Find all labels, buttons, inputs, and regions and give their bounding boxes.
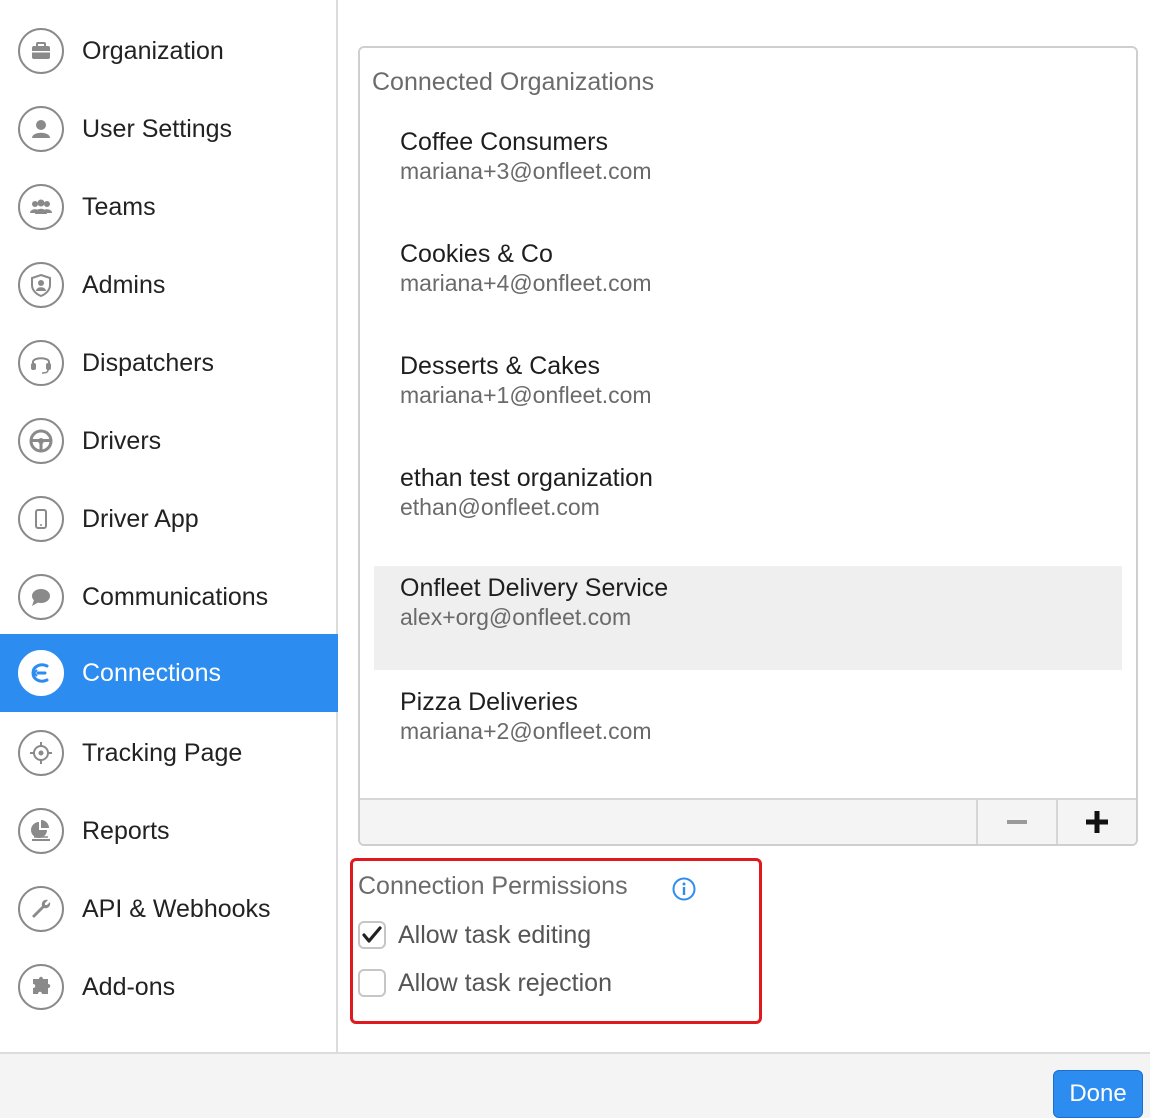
- org-email: mariana+4@onfleet.com: [400, 270, 652, 296]
- sidebar-item-label: Tracking Page: [82, 739, 243, 767]
- sidebar-item-label: Communications: [82, 583, 269, 611]
- steering-wheel-icon: [18, 418, 64, 464]
- briefcase-icon: [18, 28, 64, 74]
- org-email: ethan@onfleet.com: [400, 494, 600, 520]
- info-icon[interactable]: [672, 877, 696, 901]
- org-email: mariana+3@onfleet.com: [400, 158, 652, 184]
- allow-task-rejection-label: Allow task rejection: [398, 968, 612, 997]
- headset-icon: [18, 340, 64, 386]
- sidebar-item-tracking-page[interactable]: Tracking Page: [0, 714, 338, 792]
- puzzle-icon: [18, 964, 64, 1010]
- sidebar-item-label: Reports: [82, 817, 170, 845]
- permissions-title: Connection Permissions: [358, 872, 628, 900]
- settings-sidebar: Organization User Settings Teams Admins …: [0, 0, 338, 1052]
- minus-icon: [1007, 820, 1027, 824]
- report-chart-icon: [18, 808, 64, 854]
- org-name: Cookies & Co: [400, 240, 553, 268]
- sidebar-item-label: Connections: [82, 659, 221, 687]
- allow-task-editing-label: Allow task editing: [398, 920, 592, 949]
- add-connection-button[interactable]: [1056, 800, 1136, 844]
- org-email: mariana+1@onfleet.com: [400, 382, 652, 408]
- shield-user-icon: [18, 262, 64, 308]
- connected-orgs-title: Connected Organizations: [372, 68, 655, 96]
- sidebar-item-label: API & Webhooks: [82, 895, 271, 923]
- sidebar-item-label: Driver App: [82, 505, 199, 533]
- done-button[interactable]: Done: [1053, 1070, 1143, 1118]
- allow-task-rejection-checkbox[interactable]: [358, 969, 386, 997]
- sidebar-item-label: Add-ons: [82, 973, 176, 1001]
- sidebar-item-label: User Settings: [82, 115, 233, 143]
- sidebar-item-reports[interactable]: Reports: [0, 792, 338, 870]
- sidebar-item-add-ons[interactable]: Add-ons: [0, 948, 338, 1026]
- dialog-footer: Done: [0, 1052, 1150, 1118]
- sidebar-item-connections[interactable]: Connections: [0, 634, 338, 712]
- sidebar-item-admins[interactable]: Admins: [0, 246, 338, 324]
- team-icon: [18, 184, 64, 230]
- org-name: Pizza Deliveries: [400, 688, 578, 716]
- org-name: Desserts & Cakes: [400, 352, 601, 380]
- org-name: Coffee Consumers: [400, 128, 608, 156]
- sidebar-item-label: Organization: [82, 37, 224, 65]
- sidebar-item-communications[interactable]: Communications: [0, 558, 338, 636]
- crosshair-icon: [18, 730, 64, 776]
- allow-task-rejection-option[interactable]: Allow task rejection: [358, 966, 612, 1000]
- org-email: mariana+2@onfleet.com: [400, 718, 652, 744]
- chat-bubble-icon: [18, 574, 64, 620]
- plus-icon: [1086, 811, 1108, 833]
- sidebar-item-drivers[interactable]: Drivers: [0, 402, 338, 480]
- sidebar-item-organization[interactable]: Organization: [0, 12, 338, 90]
- org-list-item[interactable]: Pizza Deliveries mariana+2@onfleet.com: [374, 680, 1122, 784]
- allow-task-editing-checkbox[interactable]: [358, 921, 386, 949]
- remove-connection-button[interactable]: [976, 800, 1056, 844]
- orgs-list-toolbar: [360, 798, 1136, 844]
- org-name: Onfleet Delivery Service: [400, 574, 669, 602]
- sidebar-item-dispatchers[interactable]: Dispatchers: [0, 324, 338, 402]
- checkmark-icon: [362, 926, 382, 943]
- org-email: alex+org@onfleet.com: [400, 604, 632, 630]
- phone-icon: [18, 496, 64, 542]
- org-list-item[interactable]: ethan test organization ethan@onfleet.co…: [374, 456, 1122, 560]
- org-list-item[interactable]: Coffee Consumers mariana+3@onfleet.com: [374, 120, 1122, 224]
- sidebar-item-label: Teams: [82, 193, 156, 221]
- org-list-item[interactable]: Desserts & Cakes mariana+1@onfleet.com: [374, 344, 1122, 448]
- user-icon: [18, 106, 64, 152]
- sidebar-item-label: Drivers: [82, 427, 162, 455]
- connected-orgs-panel: Connected Organizations Coffee Consumers…: [358, 46, 1138, 846]
- sidebar-item-api-webhooks[interactable]: API & Webhooks: [0, 870, 338, 948]
- allow-task-editing-option[interactable]: Allow task editing: [358, 918, 591, 952]
- org-name: ethan test organization: [400, 464, 653, 492]
- sidebar-item-teams[interactable]: Teams: [0, 168, 338, 246]
- wrench-icon: [18, 886, 64, 932]
- sidebar-item-driver-app[interactable]: Driver App: [0, 480, 338, 558]
- org-list-item[interactable]: Cookies & Co mariana+4@onfleet.com: [374, 232, 1122, 336]
- sidebar-item-label: Admins: [82, 271, 166, 299]
- sidebar-item-user-settings[interactable]: User Settings: [0, 90, 338, 168]
- connections-icon: [18, 650, 64, 696]
- org-list-item-selected[interactable]: Onfleet Delivery Service alex+org@onflee…: [374, 566, 1122, 670]
- sidebar-item-label: Dispatchers: [82, 349, 214, 377]
